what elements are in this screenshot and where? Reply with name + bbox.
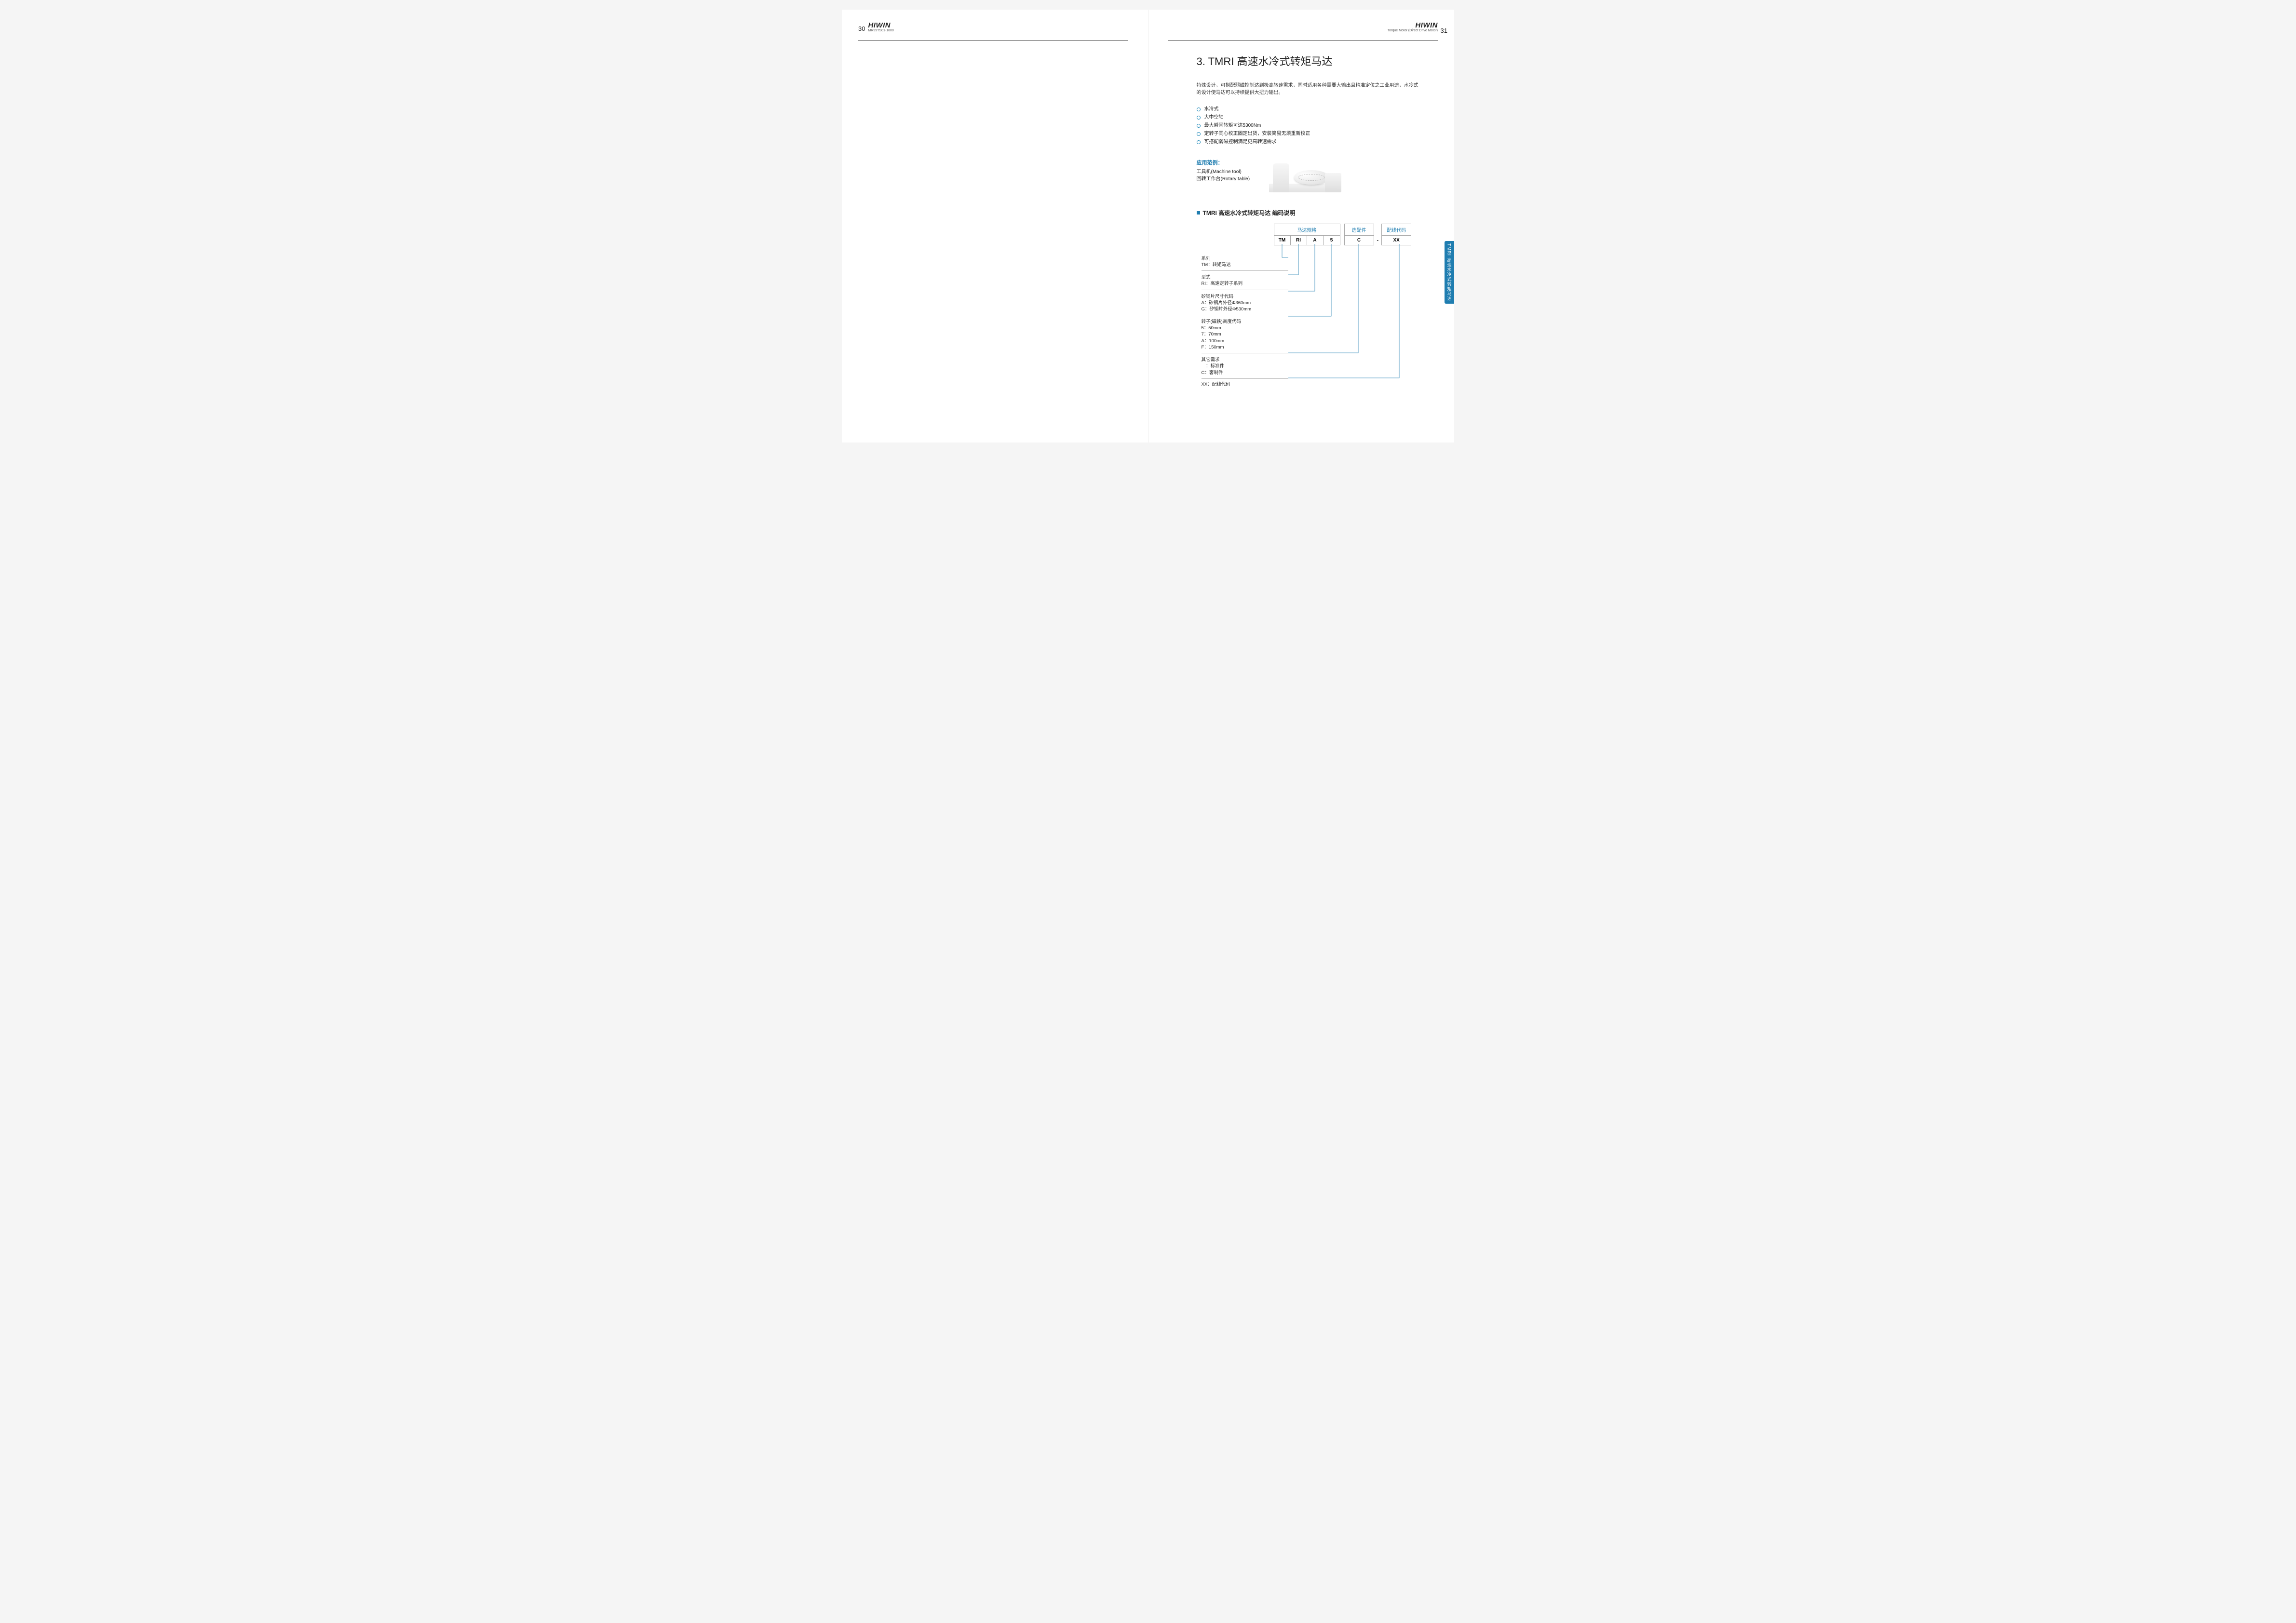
brand-name: HIWIN [868, 21, 891, 29]
code-group-header: 选配件 [1345, 224, 1374, 236]
legend-line: 5：50mm [1202, 325, 1288, 331]
legend-line: A：矽钢片外径Φ360mm [1202, 300, 1288, 306]
application-item: 工具机(Machine tool) [1197, 168, 1250, 175]
legend-block-series: 系列 TM：转矩马达 [1202, 252, 1288, 271]
code-group-header: 配线代码 [1382, 224, 1411, 236]
page-right: HIWIN Torque Motor (Direct Drive Motor) … [1148, 10, 1455, 443]
legend-block-rotor: 转子(磁铁)高度代码 5：50mm 7：70mm A：100mm F：150mm [1202, 315, 1288, 353]
application-item: 回转工作台(Rotary table) [1197, 175, 1250, 183]
doc-code: MR99TS01-1800 [868, 29, 893, 32]
code-group-header: 马达规格 [1274, 224, 1340, 236]
legend-line: G：矽钢片外径Φ530mm [1202, 306, 1288, 312]
code-separator: - [1374, 224, 1382, 245]
legend-title: 矽钢片尺寸代码 [1202, 293, 1288, 299]
code-cell: C [1345, 236, 1374, 245]
legend-line: ：标准件 [1202, 363, 1288, 369]
legend-title: 其它需求 [1202, 356, 1288, 362]
code-table: 马达规格 TM RI A 5 选配件 C - [1274, 224, 1423, 245]
code-cell: 5 [1324, 236, 1340, 245]
header-rule-right [1168, 40, 1438, 41]
code-group-spec: 马达规格 TM RI A 5 [1274, 224, 1340, 245]
content: 3. TMRI 高速水冷式转矩马达 特殊设计，可搭配弱磁控制达到极高转速需求，同… [1197, 53, 1435, 390]
page-number-right: 31 [1441, 27, 1447, 34]
code-cell: XX [1382, 236, 1411, 245]
legend-line: XX：配线代码 [1202, 381, 1288, 388]
applications-heading: 应用范例： [1197, 159, 1250, 166]
feature-list: 水冷式 大中空轴 最大瞬间转矩可达5300Nm 定转子同心校正固定出货，安装简易… [1197, 105, 1435, 146]
side-tab: TMRI 高速水冷式转矩马达 [1445, 241, 1454, 304]
legend-line: RI：高速定转子系列 [1202, 281, 1288, 287]
feature-item: 最大瞬间转矩可达5300Nm [1197, 121, 1435, 130]
feature-item: 定转子同心校正固定出货，安装简易无须重新校正 [1197, 130, 1435, 138]
product-line: Torque Motor (Direct Drive Motor) [1388, 29, 1438, 32]
rotary-table-illustration [1269, 159, 1341, 192]
header-rule-left [858, 40, 1128, 41]
legend-block-wiring: XX：配线代码 [1202, 379, 1288, 390]
section-title: 3. TMRI 高速水冷式转矩马达 [1197, 53, 1435, 68]
code-cell: TM [1274, 236, 1291, 245]
legend-line: 7：70mm [1202, 331, 1288, 337]
intro-paragraph: 特殊设计，可搭配弱磁控制达到极高转速需求，同时适用各种需要大输出且精准定位之工业… [1197, 82, 1418, 96]
coding-heading: TMRI 高速水冷式转矩马达 编码说明 [1197, 209, 1435, 217]
legend: 系列 TM：转矩马达 型式 RI：高速定转子系列 矽钢片尺寸代码 A：矽钢片外径… [1202, 252, 1423, 390]
code-group-option: 选配件 C [1344, 224, 1374, 245]
page-spread: 30 HIWIN MR99TS01-1800 HIWIN Torque Moto… [842, 10, 1454, 443]
brand-name: HIWIN [1415, 21, 1438, 29]
feature-item: 水冷式 [1197, 105, 1435, 113]
legend-title: 转子(磁铁)高度代码 [1202, 318, 1288, 324]
legend-block-size: 矽钢片尺寸代码 A：矽钢片外径Φ360mm G：矽钢片外径Φ530mm [1202, 290, 1288, 316]
brand-block-left: HIWIN MR99TS01-1800 [868, 21, 893, 32]
legend-title: 型式 [1202, 273, 1288, 280]
applications-row: 应用范例： 工具机(Machine tool) 回转工作台(Rotary tab… [1197, 159, 1435, 192]
legend-title: 系列 [1202, 255, 1288, 261]
legend-line: C：客制件 [1202, 370, 1288, 376]
legend-block-other: 其它需求 ：标准件 C：客制件 [1202, 353, 1288, 379]
page-number-left: 30 [858, 25, 865, 32]
legend-line: F：150mm [1202, 344, 1288, 350]
legend-line: TM：转矩马达 [1202, 262, 1288, 268]
coding-heading-text: TMRI 高速水冷式转矩马达 编码说明 [1203, 209, 1296, 217]
feature-item: 可搭配弱磁控制满足更高转速需求 [1197, 138, 1435, 146]
legend-line: A：100mm [1202, 338, 1288, 344]
legend-block-type: 型式 RI：高速定转子系列 [1202, 271, 1288, 290]
applications-text: 应用范例： 工具机(Machine tool) 回转工作台(Rotary tab… [1197, 159, 1250, 183]
code-group-wiring: 配线代码 XX [1381, 224, 1411, 245]
code-cell: RI [1291, 236, 1307, 245]
feature-item: 大中空轴 [1197, 113, 1435, 121]
page-left: 30 HIWIN MR99TS01-1800 [842, 10, 1148, 443]
header-left: 30 HIWIN MR99TS01-1800 [858, 21, 894, 32]
header-right: HIWIN Torque Motor (Direct Drive Motor) … [1388, 21, 1438, 32]
coding-diagram: 马达规格 TM RI A 5 选配件 C - [1197, 224, 1423, 390]
code-cell: A [1307, 236, 1324, 245]
